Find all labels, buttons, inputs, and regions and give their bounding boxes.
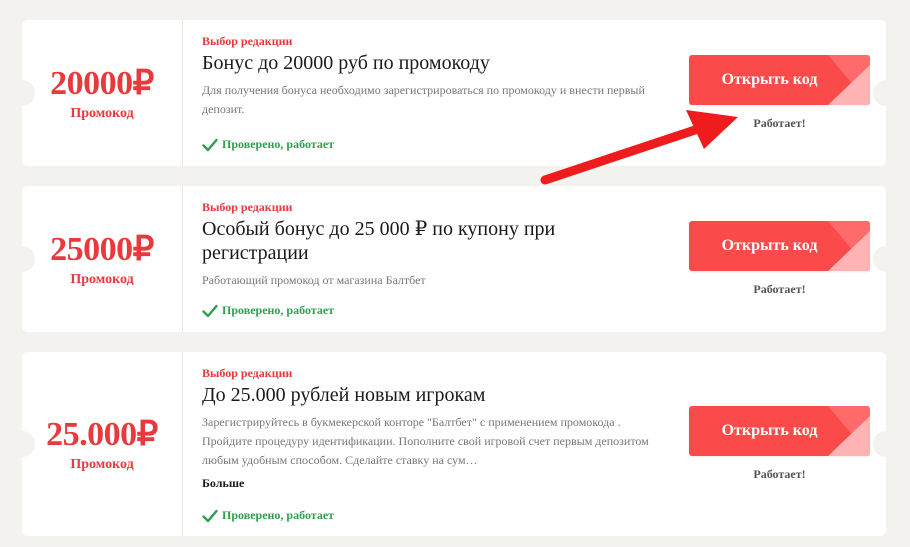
editor-choice-badge: Выбор редакции	[202, 34, 293, 48]
button-corner-fold	[828, 221, 870, 271]
verified-status: Проверено, работает	[202, 303, 334, 318]
amount-block: 25000₽ Промокод	[22, 186, 183, 332]
open-code-button-label: Открыть код	[721, 237, 818, 254]
open-code-button-label: Открыть код	[721, 71, 818, 88]
amount-label: Промокод	[70, 456, 134, 472]
open-code-button[interactable]: Открыть код	[689, 221, 870, 271]
offer-title: Особый бонус до 25 000 ₽ по купону при р…	[202, 218, 556, 264]
verified-label: Проверено, работает	[222, 137, 335, 151]
promo-card-1: 20000₽ Промокод Выбор редакции Бонус до …	[9, 20, 899, 166]
bonus-amount: 25.000₽	[46, 415, 158, 453]
verified-label: Проверено, работает	[222, 508, 335, 522]
bonus-amount: 20000₽	[50, 64, 154, 102]
checkmark-icon	[202, 509, 218, 522]
works-status: Работает!	[753, 467, 806, 481]
offer-details: Выбор редакции Бонус до 20000 руб по про…	[202, 34, 660, 119]
bonus-amount: 25000₽	[50, 230, 154, 268]
offer-title: Бонус до 20000 руб по промокоду	[202, 52, 490, 74]
amount-label: Промокод	[70, 105, 134, 121]
editor-choice-badge: Выбор редакции	[202, 366, 293, 380]
works-status: Работает!	[753, 282, 806, 296]
promo-card-3: 25.000₽ Промокод Выбор редакции До 25.00…	[9, 352, 899, 536]
works-status: Работает!	[753, 116, 806, 130]
checkmark-icon	[202, 304, 218, 317]
amount-block: 20000₽ Промокод	[22, 20, 183, 166]
show-more-link[interactable]: Больше	[202, 476, 660, 491]
offer-details: Выбор редакции До 25.000 рублей новым иг…	[202, 366, 660, 491]
amount-label: Промокод	[70, 271, 134, 287]
offer-title: До 25.000 рублей новым игрокам	[202, 384, 486, 406]
editor-choice-badge: Выбор редакции	[202, 200, 293, 214]
offer-description: Зарегистрируйтесь в букмекерской конторе…	[202, 415, 649, 467]
verified-label: Проверено, работает	[222, 303, 335, 317]
button-corner-fold	[828, 406, 870, 456]
button-corner-fold	[828, 55, 870, 105]
offer-description: Работающий промокод от магазина Балтбет	[202, 273, 426, 287]
offer-details: Выбор редакции Особый бонус до 25 000 ₽ …	[202, 200, 660, 290]
open-code-button[interactable]: Открыть код	[689, 55, 870, 105]
open-code-button[interactable]: Открыть код	[689, 406, 870, 456]
verified-status: Проверено, работает	[202, 137, 334, 152]
open-code-button-label: Открыть код	[721, 422, 818, 439]
amount-block: 25.000₽ Промокод	[22, 352, 183, 536]
verified-status: Проверено, работает	[202, 508, 334, 523]
promo-card-2: 25000₽ Промокод Выбор редакции Особый бо…	[9, 186, 899, 332]
offer-description: Для получения бонуса необходимо зарегист…	[202, 83, 645, 116]
checkmark-icon	[202, 138, 218, 151]
